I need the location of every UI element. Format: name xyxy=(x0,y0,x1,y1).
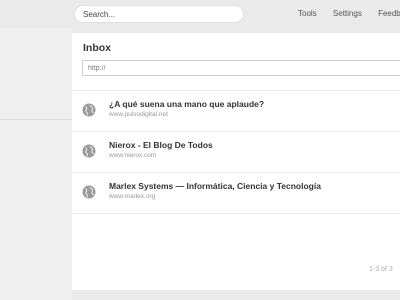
feed-url: www.marlex.org xyxy=(109,193,156,200)
tools-link[interactable]: Tools xyxy=(298,9,317,18)
globe-icon xyxy=(82,144,96,158)
pagination-label: 1-3 of 3 xyxy=(369,266,393,273)
sidebar-divider xyxy=(0,119,72,120)
left-sidebar-background xyxy=(0,28,72,300)
globe-icon xyxy=(82,103,96,117)
feed-url: www.pulsodigital.net xyxy=(109,111,168,118)
settings-link[interactable]: Settings xyxy=(333,9,362,18)
globe-icon xyxy=(82,185,96,199)
search-input[interactable] xyxy=(74,5,244,23)
feed-title[interactable]: Nierox - El Blog De Todos xyxy=(109,140,213,150)
feed-item[interactable]: ¿A qué suena una mano que aplaude? www.p… xyxy=(72,91,400,131)
page-title: Inbox xyxy=(83,42,111,54)
feed-title[interactable]: ¿A qué suena una mano que aplaude? xyxy=(109,99,264,109)
feed-title[interactable]: Marlex Systems — Informática, Ciencia y … xyxy=(109,181,321,191)
feed-url: www.nierox.com xyxy=(109,152,157,159)
url-input[interactable] xyxy=(82,60,400,76)
top-nav: Tools Settings Feedback xyxy=(298,9,400,18)
feedback-link[interactable]: Feedback xyxy=(378,9,400,18)
feed-item[interactable]: Nierox - El Blog De Todos www.nierox.com xyxy=(72,132,400,172)
feed-item[interactable]: Marlex Systems — Informática, Ciencia y … xyxy=(72,173,400,213)
top-bar: Tools Settings Feedback xyxy=(0,0,400,28)
inbox-panel: Inbox ¿A qué suena una mano que aplaude?… xyxy=(72,33,400,290)
divider xyxy=(72,213,400,214)
